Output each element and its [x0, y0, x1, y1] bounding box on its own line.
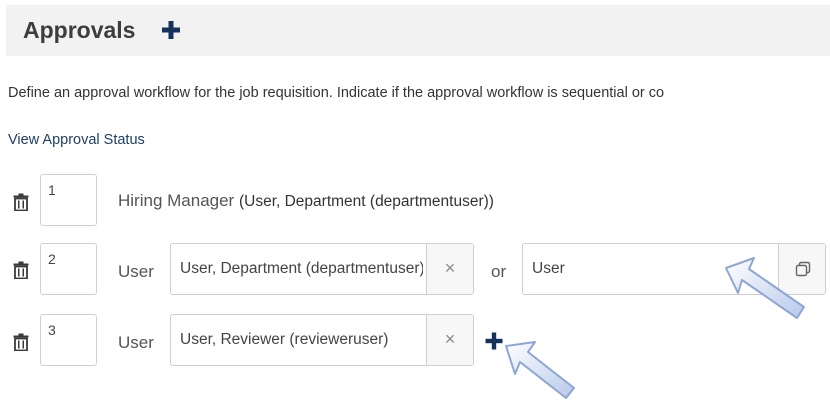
approvals-header: Approvals — [6, 5, 830, 56]
alternate-approver-field[interactable]: User — [522, 243, 826, 295]
copy-button[interactable] — [778, 244, 825, 294]
trash-icon[interactable] — [13, 193, 29, 211]
or-label: or — [491, 262, 507, 281]
annotation-arrow-icon — [505, 341, 575, 399]
step-number-input-3[interactable]: 3 — [40, 314, 97, 366]
approver-type-label: User — [118, 333, 154, 352]
add-alternate-plus-icon[interactable] — [485, 332, 503, 350]
view-approval-status-link[interactable]: View Approval Status — [8, 132, 145, 148]
add-approval-plus-icon[interactable] — [161, 20, 181, 40]
row-label-hiring-manager: Hiring Manager (User, Department (depart… — [118, 191, 494, 211]
approver-value: User, Reviewer (revieweruser) — [180, 331, 389, 348]
copy-icon — [795, 261, 811, 277]
approver-select-2[interactable]: User, Department (departmentuser) × — [170, 243, 474, 295]
clear-button[interactable]: × — [426, 315, 473, 365]
trash-icon[interactable] — [13, 333, 29, 351]
step-number-input-2[interactable]: 2 — [40, 243, 97, 295]
close-icon: × — [444, 329, 456, 349]
step-number-input-1[interactable]: 1 — [40, 174, 97, 226]
approver-type-label: User — [118, 262, 154, 281]
page-title: Approvals — [23, 17, 136, 43]
approver-select-3[interactable]: User, Reviewer (revieweruser) × — [170, 314, 474, 366]
approver-role: Hiring Manager — [118, 191, 235, 210]
step-number-value: 2 — [48, 251, 56, 267]
workflow-description: Define an approval workflow for the job … — [8, 85, 665, 101]
approver-detail: (User, Department (departmentuser)) — [238, 193, 494, 210]
approver-value: User, Department (departmentuser) — [180, 260, 423, 277]
close-icon: × — [444, 258, 456, 278]
step-number-value: 3 — [48, 322, 56, 338]
step-number-value: 1 — [48, 182, 56, 198]
trash-icon[interactable] — [13, 261, 29, 279]
alternate-approver-value: User — [532, 260, 565, 277]
clear-button[interactable]: × — [426, 244, 473, 294]
